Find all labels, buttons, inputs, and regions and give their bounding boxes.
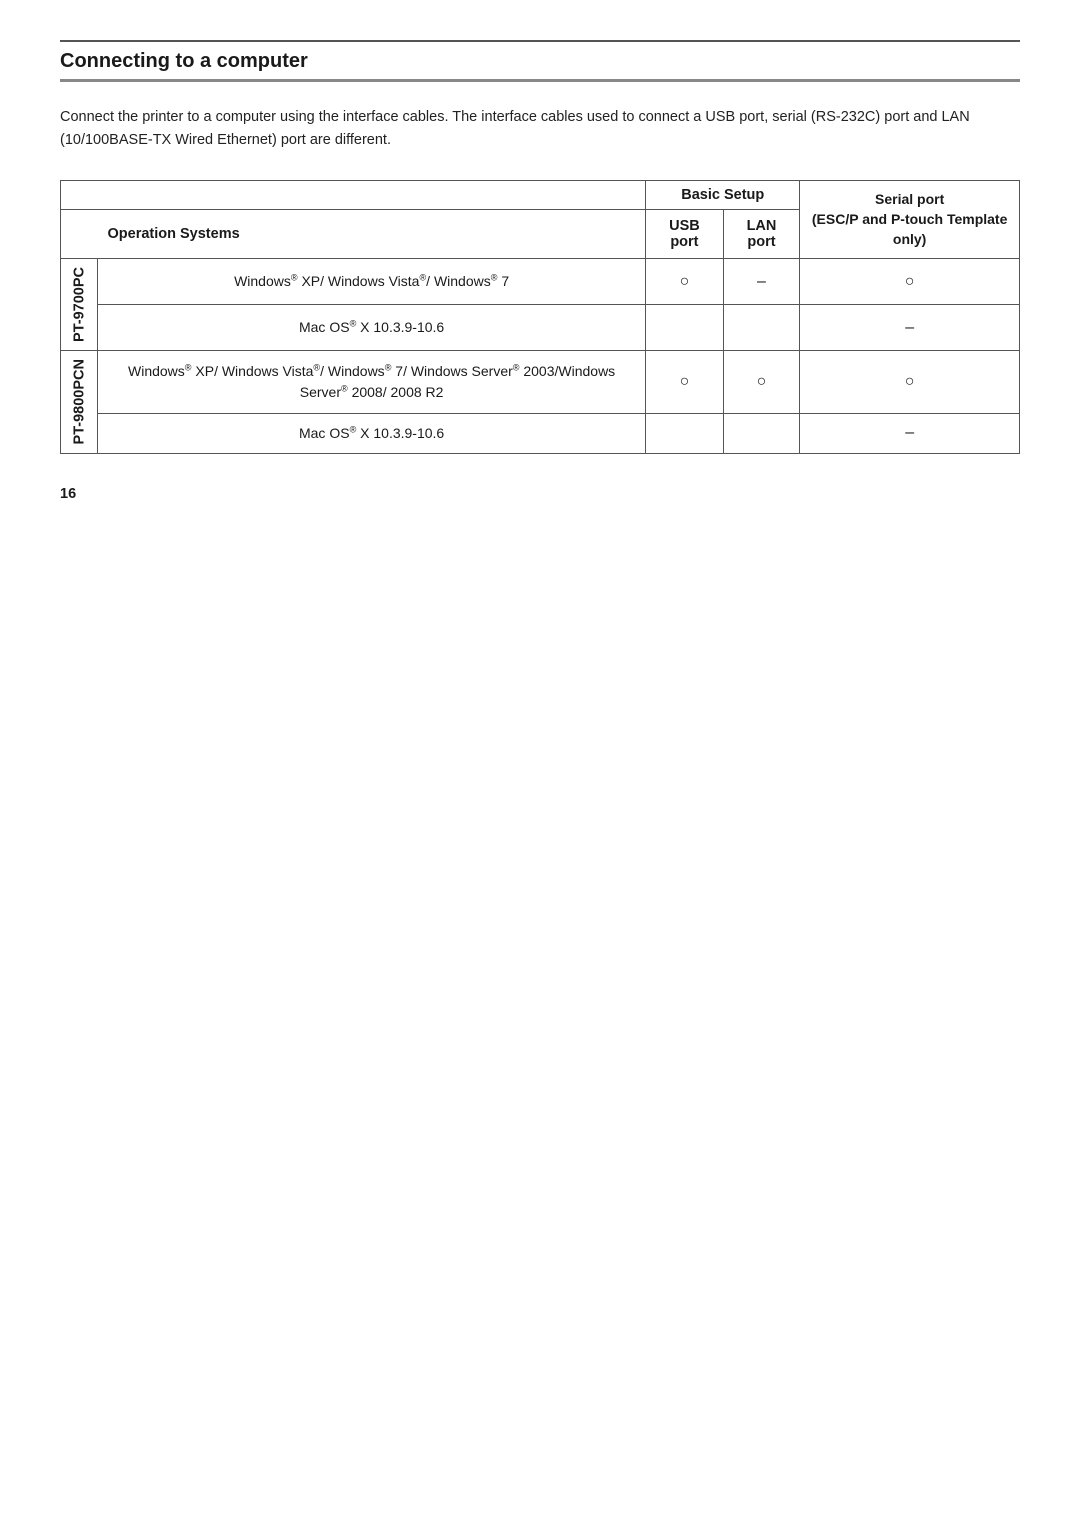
header-lan: LAN port xyxy=(723,210,800,259)
section-title-bar: Connecting to a computer xyxy=(60,40,1020,82)
device-label-PT-9800PCN: PT-9800PCN xyxy=(61,351,98,453)
os-cell: Mac OS® X 10.3.9-10.6 xyxy=(98,413,646,453)
intro-paragraph: Connect the printer to a computer using … xyxy=(60,106,1020,152)
header-basic-setup: Basic Setup xyxy=(646,181,800,210)
os-cell: Windows® XP/ Windows Vista®/ Windows® 7/… xyxy=(98,351,646,413)
dash-mark: – xyxy=(757,273,766,291)
usb-support-cell xyxy=(646,305,723,351)
circle-mark: ○ xyxy=(905,273,915,291)
lan-support-cell: – xyxy=(723,259,800,305)
table-row: Mac OS® X 10.3.9-10.6 – xyxy=(61,413,1020,453)
os-cell: Mac OS® X 10.3.9-10.6 xyxy=(98,305,646,351)
header-serial-port: Serial port (ESC/P and P-touch Template … xyxy=(800,181,1020,259)
header-empty-cell xyxy=(61,181,98,210)
table-row: PT-9700PCWindows® XP/ Windows Vista®/ Wi… xyxy=(61,259,1020,305)
page-number: 16 xyxy=(60,486,1020,502)
lan-support-cell xyxy=(723,413,800,453)
table-row: Mac OS® X 10.3.9-10.6 – xyxy=(61,305,1020,351)
table-row: PT-9800PCNWindows® XP/ Windows Vista®/ W… xyxy=(61,351,1020,413)
lan-support-cell: ○ xyxy=(723,351,800,413)
os-cell: Windows® XP/ Windows Vista®/ Windows® 7 xyxy=(98,259,646,305)
circle-mark: ○ xyxy=(757,373,767,391)
circle-mark: ○ xyxy=(680,373,690,391)
serial-support-cell: ○ xyxy=(800,351,1020,413)
serial-support-cell: – xyxy=(800,305,1020,351)
lan-support-cell xyxy=(723,305,800,351)
header-empty-cell2 xyxy=(98,181,646,210)
compatibility-table: Basic Setup Serial port (ESC/P and P-tou… xyxy=(60,180,1020,453)
serial-support-cell: – xyxy=(800,413,1020,453)
header-os: Operation Systems xyxy=(98,210,646,259)
usb-support-cell xyxy=(646,413,723,453)
serial-support-cell: ○ xyxy=(800,259,1020,305)
dash-mark: – xyxy=(905,319,914,337)
circle-mark: ○ xyxy=(905,373,915,391)
section-title: Connecting to a computer xyxy=(60,50,308,72)
header-usb: USB port xyxy=(646,210,723,259)
device-label-PT-9700PC: PT-9700PC xyxy=(61,259,98,351)
usb-support-cell: ○ xyxy=(646,259,723,305)
usb-support-cell: ○ xyxy=(646,351,723,413)
header-empty-sub xyxy=(61,210,98,259)
dash-mark: – xyxy=(905,424,914,442)
circle-mark: ○ xyxy=(680,273,690,291)
page-section: Connecting to a computer Connect the pri… xyxy=(60,40,1020,502)
